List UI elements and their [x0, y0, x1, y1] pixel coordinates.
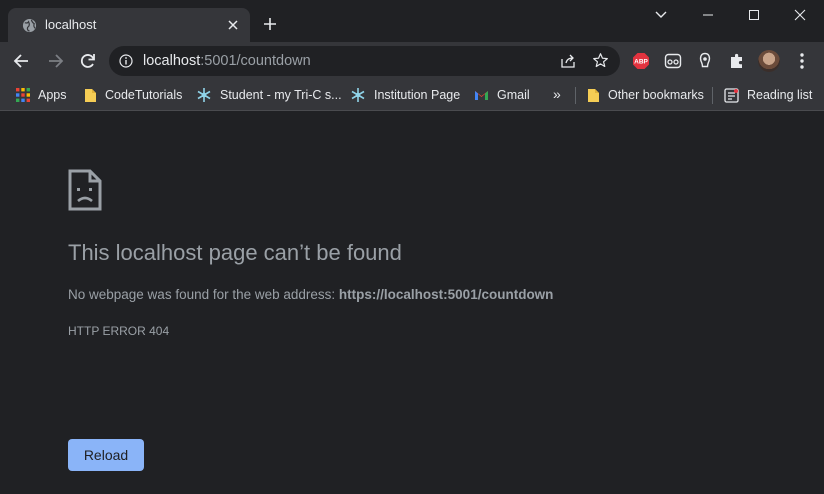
bookmark-apps[interactable]: Apps: [16, 80, 67, 110]
close-window-button[interactable]: [777, 0, 823, 30]
bookmark-label: Gmail: [497, 88, 530, 102]
reload-icon[interactable]: [78, 51, 98, 71]
svg-text:ABP: ABP: [634, 59, 648, 66]
more-bookmarks-button[interactable]: »: [553, 86, 561, 102]
error-url: https://localhost:5001/countdown: [338, 287, 554, 302]
minimize-button[interactable]: [685, 0, 731, 30]
forward-arrow-icon[interactable]: [45, 51, 65, 71]
gmail-icon: [475, 91, 488, 100]
adblock-plus-icon[interactable]: ABP: [632, 52, 650, 70]
globe-icon: [22, 18, 37, 33]
tab-search-chevron-icon[interactable]: [652, 8, 670, 22]
bookmark-label: Apps: [38, 88, 67, 102]
extensions-puzzle-icon[interactable]: [728, 52, 746, 70]
kebab-menu-icon[interactable]: [799, 52, 805, 70]
error-description: No webpage was found for the web address…: [68, 287, 553, 302]
bookmark-gmail[interactable]: Gmail: [474, 80, 530, 110]
reload-button[interactable]: Reload: [68, 439, 144, 471]
bookmark-other-bookmarks[interactable]: Other bookmarks: [587, 80, 704, 110]
bookmarks-divider: [712, 87, 713, 104]
bookmark-label: Other bookmarks: [608, 88, 704, 102]
url-text[interactable]: localhost:5001/countdown: [143, 53, 311, 69]
navigation-toolbar: localhost:5001/countdown ABP: [0, 42, 824, 80]
extension-bulb-icon[interactable]: [696, 52, 714, 70]
error-page: This localhost page can’t be found No we…: [0, 111, 824, 494]
extension-glasses-icon[interactable]: [664, 52, 682, 70]
folder-icon: [588, 88, 599, 102]
maximize-icon: [749, 10, 759, 20]
bookmark-label: Reading list: [747, 88, 813, 102]
bookmark-label: Student - my Tri-C s...: [220, 88, 342, 102]
title-bar: localhost: [0, 0, 824, 42]
minimize-icon: [703, 14, 713, 16]
tab-title: localhost: [45, 17, 97, 32]
close-icon: [794, 9, 806, 21]
close-tab-icon[interactable]: [226, 18, 240, 32]
bookmark-codetutorials[interactable]: CodeTutorials: [84, 80, 182, 110]
bookmark-institution-page[interactable]: Institution Page: [350, 80, 460, 110]
bookmark-star-icon[interactable]: [592, 52, 609, 69]
profile-avatar[interactable]: [758, 50, 780, 72]
apps-grid-icon: [16, 88, 30, 102]
bookmark-student-tri-c[interactable]: Student - my Tri-C s...: [196, 80, 342, 110]
reading-list-icon: [724, 87, 739, 103]
bookmarks-bar: Apps CodeTutorials Student - my Tri-C s.…: [0, 80, 824, 111]
browser-tab[interactable]: localhost: [8, 8, 250, 42]
folder-icon: [85, 88, 96, 102]
back-arrow-icon[interactable]: [12, 51, 32, 71]
snowflake-icon: [351, 88, 365, 102]
snowflake-icon: [197, 88, 211, 102]
bookmarks-divider: [575, 87, 576, 104]
sad-page-icon: [68, 169, 102, 211]
bookmark-label: Institution Page: [374, 88, 461, 102]
error-description-text: No webpage was found for the web address…: [68, 287, 339, 302]
address-bar[interactable]: localhost:5001/countdown: [109, 46, 620, 76]
info-icon[interactable]: [119, 54, 133, 68]
maximize-button[interactable]: [731, 0, 777, 30]
share-icon[interactable]: [560, 53, 576, 69]
new-tab-icon[interactable]: [262, 16, 278, 32]
bookmark-label: CodeTutorials: [105, 88, 183, 102]
bookmark-reading-list[interactable]: Reading list: [724, 80, 812, 110]
error-code: HTTP ERROR 404: [68, 324, 170, 338]
error-title: This localhost page can’t be found: [68, 240, 402, 265]
